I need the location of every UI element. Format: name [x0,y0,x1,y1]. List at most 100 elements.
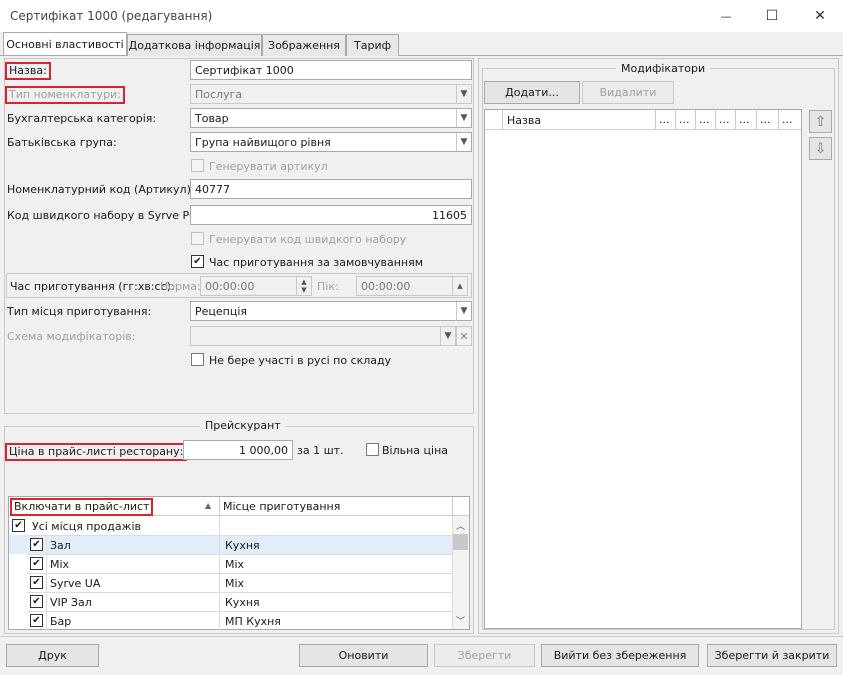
norm-label: Норма: [160,280,201,293]
name-label: Назва: [5,62,51,80]
row-divider [27,554,452,555]
place-select[interactable]: Рецепція ▼ [190,301,472,321]
name-field[interactable]: Сертифікат 1000 [190,60,472,80]
row-name: Бар [50,615,72,628]
chevron-down-icon[interactable]: ▼ [456,302,471,320]
col-divider [655,110,656,130]
pricelist-title: Прейскурант [200,419,286,432]
tab-additional-info[interactable]: Додаткова інформація [127,34,262,56]
free-price-label: Вільна ціна [382,444,449,457]
scroll-up-icon[interactable]: ︿ [456,519,465,532]
gen-fastcode-label: Генерувати код швидкого набору [209,233,407,246]
row-checkbox[interactable]: ✔ [30,557,43,570]
row-checkbox[interactable]: ✔ [30,576,43,589]
all-places-checkbox[interactable]: ✔ [12,519,25,532]
row-checkbox[interactable]: ✔ [30,595,43,608]
chevron-down-icon[interactable]: ▼ [456,133,471,151]
modifiers-col-name[interactable]: Назва [507,114,541,127]
modifiers-col-more[interactable]: ... [659,113,670,126]
row-name: Syrve UA [50,577,101,590]
update-button[interactable]: Оновити [299,644,428,667]
chevron-down-icon: ▼ [440,327,455,345]
pricelist-scrollbar[interactable] [452,516,469,629]
maximize-button[interactable]: ☐ [749,0,795,32]
close-icon: ✕ [814,8,826,24]
move-down-button[interactable]: ⇩ [809,137,832,160]
tab-tariff[interactable]: Тариф [346,34,399,56]
window-title: Сертифікат 1000 (редагування) [10,9,213,23]
chevron-down-icon[interactable]: ▼ [456,109,471,127]
minimize-button[interactable]: — [703,0,749,32]
col-divider [735,110,736,130]
code-field[interactable]: 40777 [190,179,472,199]
row-checkbox[interactable]: ✔ [30,614,43,627]
per-unit-label: за 1 шт. [297,444,344,457]
col-divider [675,110,676,130]
place-value: Рецепція [195,304,248,318]
row-checkbox[interactable]: ✔ [30,538,43,551]
modifiers-col-more[interactable]: ... [679,113,690,126]
sort-asc-icon: ▲ [205,501,212,510]
accounting-value: Товар [195,111,229,125]
modifiers-grid [484,109,802,629]
tab-images[interactable]: Зображення [262,34,346,56]
modifiers-col-more[interactable]: ... [699,113,710,126]
col-place-header[interactable]: Місце приготування [223,500,340,513]
col-divider [715,110,716,130]
scroll-thumb[interactable] [453,534,468,550]
modscheme-select: ▼ [190,326,456,346]
add-modifier-button[interactable]: Додати... [484,81,580,104]
gen-article-checkbox [191,159,204,172]
accounting-label: Бухгалтерська категорія: [7,112,157,125]
peak-time-field: 00:00:00 ▲ [356,276,468,296]
col-divider [46,535,47,630]
modscheme-label: Схема модифікаторів: [7,330,136,343]
place-label: Тип місця приготування: [7,305,152,318]
tab-main-properties[interactable]: Основні властивості [3,32,127,55]
type-label: Тип номенклатури: [5,86,125,104]
parent-select[interactable]: Група найвищого рівня ▼ [190,132,472,152]
code-label: Номенклатурний код (Артикул): [7,183,195,196]
price-field[interactable]: 1 000,00 [183,440,293,460]
no-stock-checkbox[interactable] [191,353,204,366]
fastcode-field[interactable]: 11605 [190,205,472,225]
type-select: Послуга ▼ [190,84,472,104]
gen-article-label: Генерувати артикул [209,160,328,173]
save-close-button[interactable]: Зберегти й закрити [707,644,837,667]
row-name: VIP Зал [50,596,92,609]
clear-modscheme-icon: ✕ [456,326,472,346]
exit-without-save-button[interactable]: Вийти без збереження [541,644,699,667]
move-up-button[interactable]: ⇧ [809,110,832,133]
default-time-checkbox[interactable]: ✔ [191,255,204,268]
modifiers-col-more[interactable]: ... [760,113,771,126]
print-button[interactable]: Друк [6,644,99,667]
col-divider [452,497,453,516]
free-price-checkbox[interactable] [366,443,379,456]
row-divider [27,592,452,593]
col-divider [695,110,696,130]
modifiers-col-more[interactable]: ... [782,113,793,126]
fastcode-label: Код швидкого набору в Syrve POS: [7,209,209,222]
col-include-header[interactable]: Включати в прайс-лист [10,498,154,516]
close-button[interactable]: ✕ [797,0,843,32]
col-divider [219,497,220,516]
parent-value: Група найвищого рівня [195,135,331,149]
modifiers-col-more[interactable]: ... [739,113,750,126]
no-stock-label: Не бере участі в русі по складу [209,354,392,367]
price-label: Ціна в прайс-листі ресторану: [5,443,188,461]
col-divider [219,535,220,630]
title-bar: Сертифікат 1000 (редагування) — ☐ ✕ [0,0,843,32]
scroll-down-icon[interactable]: ﹀ [456,614,465,627]
row-place: Mix [225,558,245,571]
default-time-label: Час приготування за замовчуванням [209,256,424,269]
row-place: Mix [225,577,245,590]
save-button: Зберегти [434,644,535,667]
row-divider [27,611,452,612]
modifiers-col-more[interactable]: ... [719,113,730,126]
peak-label: Пік: [317,280,339,293]
spinner-icon: ▲ [452,277,467,295]
arrow-up-icon: ⇧ [814,113,827,130]
maximize-icon: ☐ [765,8,779,24]
spinner-icon: ▲ ▼ [296,277,311,295]
accounting-select[interactable]: Товар ▼ [190,108,472,128]
